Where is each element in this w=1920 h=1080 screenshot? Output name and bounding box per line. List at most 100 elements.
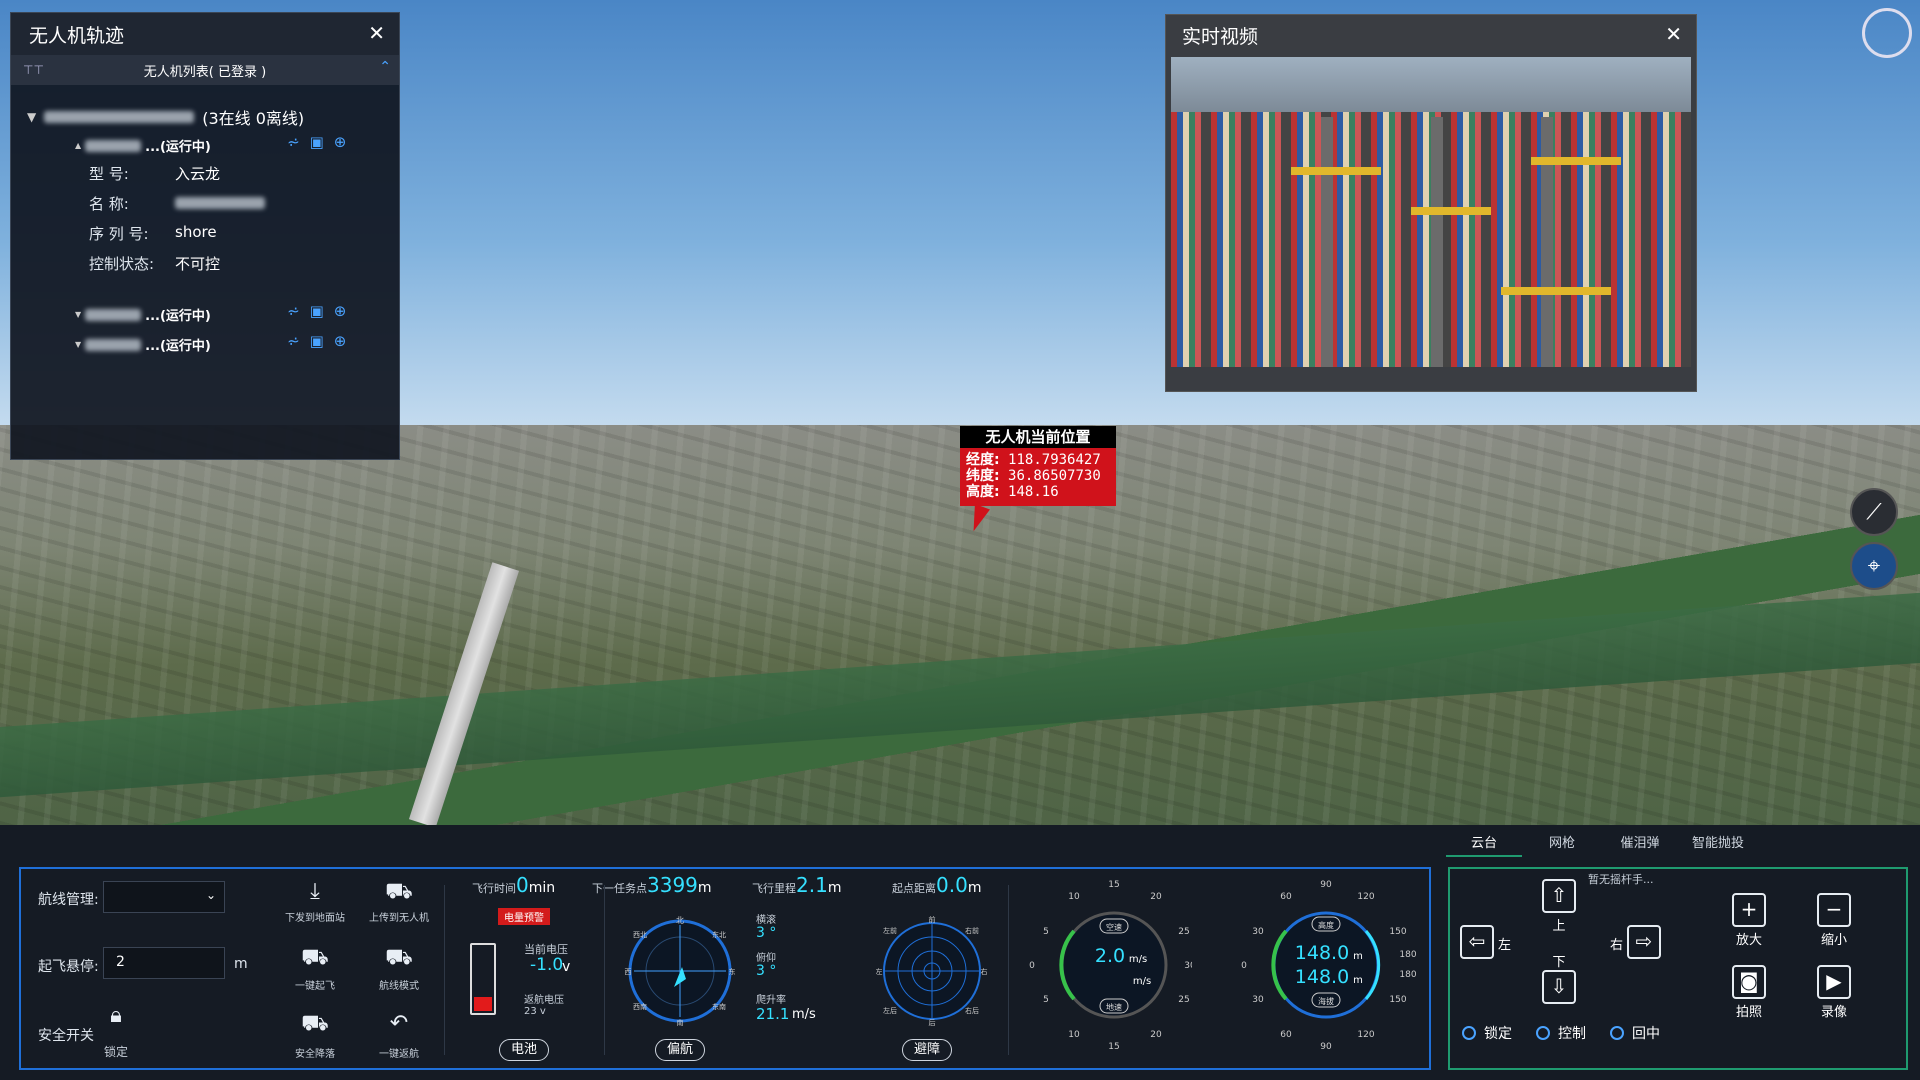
baro-label: 海拔: [1318, 996, 1334, 1006]
record-button[interactable]: ▶ 录像: [1817, 965, 1851, 1020]
compass-e: 东: [729, 967, 736, 976]
tab-gimbal[interactable]: 云台: [1446, 831, 1522, 857]
altitude-gauge: 高度 148.0 m 148.0 m 海拔 90 120 150 180 180…: [1241, 880, 1417, 1052]
track-route-icon[interactable]: ⩫: [287, 302, 300, 320]
expand-triangle-icon[interactable]: ▼: [75, 340, 81, 349]
drone-upload-icon[interactable]: ⛟: [364, 879, 434, 907]
popup-title: 无人机当前位置: [960, 426, 1116, 448]
drone-item-3[interactable]: ▼ ...(运行中): [75, 335, 211, 354]
video-road: [1431, 117, 1443, 367]
measure-tool-icon[interactable]: ⟋: [1850, 488, 1898, 536]
route-mode-icon[interactable]: ⛟: [364, 945, 434, 973]
svg-text:180: 180: [1399, 950, 1416, 960]
home-distance-stat: 起点距离0.0m: [892, 873, 982, 897]
svg-text:15: 15: [1108, 1042, 1119, 1052]
voltage-unit: v: [562, 959, 571, 975]
divider: [1008, 885, 1009, 1055]
location-pin-icon[interactable]: ⌖: [1850, 542, 1898, 590]
gimbal-down-button[interactable]: 下 ⇩: [1542, 951, 1576, 1006]
climb-label: 爬升率: [756, 995, 786, 1006]
svg-text:90: 90: [1320, 1042, 1332, 1052]
landing-icon[interactable]: ⛟: [280, 1011, 350, 1039]
minus-icon: −: [1817, 893, 1851, 927]
speed-gauge: 空速 2.0 m/s m/s 地速 15 20 25 30 25 20 15 1…: [1029, 880, 1192, 1052]
video-crane: [1411, 207, 1491, 215]
action-label: 下发到地面站: [285, 913, 345, 924]
zoom-out-button[interactable]: − 缩小: [1817, 893, 1851, 948]
airspeed-unit: m/s: [1129, 954, 1147, 965]
camera-icon: ◙: [1732, 965, 1766, 999]
lock-icon[interactable]: 🔒︎: [81, 1003, 151, 1028]
battery-icon: [470, 943, 496, 1015]
radio-icon: [1462, 1026, 1476, 1040]
roll-value: 3 °: [756, 925, 777, 941]
altitude-value: 148.0: [1295, 942, 1349, 964]
svg-text:30: 30: [1184, 961, 1192, 971]
radar-rear: 后: [929, 1018, 936, 1027]
drone-item-3-actions: ⩫ ▣ ⊕: [287, 332, 346, 350]
drone-item-1-actions: ⩫ ▣ ⊕: [287, 133, 346, 151]
radar-front-right: 右前: [965, 926, 979, 935]
svg-text:10: 10: [1068, 1030, 1080, 1040]
battery-level-fill: [474, 997, 492, 1011]
loading-ring-icon[interactable]: [1862, 8, 1912, 58]
gimbal-right-button[interactable]: 右 ⇨: [1610, 925, 1662, 961]
lock-label: 锁定: [103, 1045, 128, 1059]
action-label: 安全降落: [295, 1049, 335, 1060]
mode-control-radio[interactable]: 控制: [1536, 1023, 1586, 1043]
svg-text:20: 20: [1150, 1030, 1162, 1040]
video-road: [1321, 117, 1333, 367]
mode-center-radio[interactable]: 回中: [1610, 1023, 1660, 1043]
detail-name: 名 称:: [89, 193, 265, 214]
gimbal-up-button[interactable]: ⇧ 上: [1542, 879, 1576, 934]
drone-status: ...(运行中): [145, 339, 211, 354]
airspeed-label: 空速: [1106, 922, 1122, 932]
video-camera-icon[interactable]: ▣: [310, 133, 324, 151]
route-select[interactable]: ⌄: [103, 881, 225, 913]
close-icon[interactable]: ✕: [1665, 22, 1682, 46]
mode-lock-radio[interactable]: 锁定: [1462, 1023, 1512, 1043]
track-route-icon[interactable]: ⩫: [287, 332, 300, 350]
collapse-triangle-icon[interactable]: ▲: [75, 141, 81, 150]
expand-triangle-icon[interactable]: ▼: [27, 110, 36, 124]
takeoff-icon[interactable]: ⛟: [280, 945, 350, 973]
expand-triangle-icon[interactable]: ▼: [75, 310, 81, 319]
compass-nw: 西北: [633, 931, 647, 939]
photo-button[interactable]: ◙ 拍照: [1732, 965, 1766, 1020]
video-camera-icon[interactable]: ▣: [310, 302, 324, 320]
svg-text:90: 90: [1320, 880, 1332, 890]
battery-pill[interactable]: 电池: [499, 1039, 549, 1061]
radar-front-left: 左前: [883, 926, 897, 935]
locate-target-icon[interactable]: ⊕: [334, 133, 347, 151]
locate-target-icon[interactable]: ⊕: [334, 302, 347, 320]
drone-group[interactable]: ▼ (3在线 0离线): [27, 105, 304, 129]
video-crane: [1501, 287, 1611, 295]
collapse-up-icon[interactable]: ⌃: [379, 59, 391, 75]
drone-item-2[interactable]: ▼ ...(运行中): [75, 305, 211, 324]
locate-target-icon[interactable]: ⊕: [334, 332, 347, 350]
download-icon[interactable]: ⤓: [280, 879, 350, 904]
battery-warning-badge: 电量预警: [498, 908, 550, 925]
zoom-in-button[interactable]: + 放大: [1732, 893, 1766, 948]
hover-height-input[interactable]: 2: [103, 947, 225, 979]
compass-sw: 西南: [633, 1002, 647, 1011]
video-crane: [1531, 157, 1621, 165]
drone-item-1[interactable]: ▲ ...(运行中): [75, 136, 211, 155]
close-icon[interactable]: ✕: [368, 21, 385, 45]
lon-value: 118.7936427: [1008, 452, 1101, 468]
gimbal-left-button[interactable]: ⇦ 左: [1460, 925, 1511, 961]
live-video-panel: 实时视频 ✕: [1165, 14, 1697, 392]
heading-pill[interactable]: 偏航: [655, 1039, 705, 1061]
return-icon[interactable]: ↶: [364, 1011, 434, 1036]
avoid-pill[interactable]: 避障: [902, 1039, 952, 1061]
video-crane: [1291, 167, 1381, 175]
svg-text:30: 30: [1252, 995, 1264, 1005]
track-route-icon[interactable]: ⩫: [287, 133, 300, 151]
compass-s: 南: [677, 1018, 684, 1027]
divider: [604, 885, 605, 1055]
roll-label: 横滚: [756, 915, 776, 926]
video-camera-icon[interactable]: ▣: [310, 332, 324, 350]
tab-smart-drop[interactable]: 智能抛投: [1680, 831, 1756, 857]
tab-tear-gas[interactable]: 催泪弹: [1602, 831, 1678, 857]
tab-net-gun[interactable]: 网枪: [1524, 831, 1600, 857]
